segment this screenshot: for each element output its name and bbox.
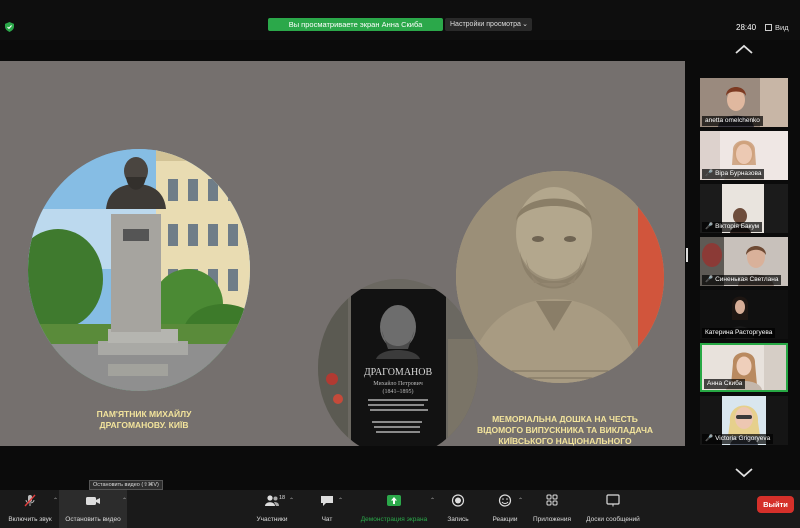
plaque-name-text: ДРАГОМАНОВ	[364, 367, 433, 378]
participant-tile[interactable]: 🎤 Вікторія Бакум	[700, 184, 788, 233]
stop-video-label: Остановить видео	[65, 516, 121, 523]
memorial-relief-photo	[456, 171, 664, 383]
view-settings-dropdown[interactable]: Настройки просмотра ⌄	[445, 18, 532, 31]
reactions-label: Реакции	[492, 516, 518, 523]
participant-name-label: Анна Скиба	[704, 379, 746, 389]
chevron-up-icon[interactable]	[734, 43, 754, 55]
participant-name-label: 🎤 Віра Бурназова	[702, 169, 765, 179]
participant-name: Синенькая Светлана	[715, 276, 779, 283]
participants-label: Участники	[256, 516, 288, 523]
stop-video-button[interactable]: ⌃ Остановить видео	[61, 490, 127, 528]
record-label: Запись	[447, 516, 469, 523]
monument-caption: ПАМ'ЯТНИК МИХАЙЛУ ДРАГОМАНОВУ. КИЇВ	[96, 409, 192, 430]
shield-icon[interactable]	[5, 22, 14, 32]
chevron-up-icon[interactable]: ⌃	[338, 497, 343, 504]
participant-tile[interactable]: 🎤 Віра Бурназова	[700, 131, 788, 180]
participant-tile[interactable]: Катерина Расторгуева	[700, 290, 788, 339]
share-screen-button[interactable]: ⌃ Демонстрация экрана	[355, 490, 435, 528]
unmute-label: Включить звук	[8, 516, 52, 523]
plaque-photo: ДРАГОМАНОВ Михайло Петрович (1841–1895)	[318, 279, 478, 446]
chevron-down-icon[interactable]	[734, 467, 754, 479]
participant-tile[interactable]: 🎤 Victoria Grigoryeva	[700, 396, 788, 445]
participant-name-label: Катерина Расторгуева	[702, 328, 776, 338]
participant-name: Катерина Расторгуева	[705, 329, 773, 336]
grid-view-icon	[765, 24, 772, 31]
chat-bubble-icon	[321, 496, 333, 506]
participant-name: anetta omelchenko	[705, 117, 760, 124]
view-button[interactable]: Вид	[765, 23, 789, 32]
whiteboards-label: Доски сообщений	[586, 516, 640, 523]
record-icon	[451, 494, 465, 507]
view-button-label: Вид	[775, 23, 789, 32]
plaque-sub-text: Михайло Петрович	[373, 380, 423, 387]
monument-photo	[28, 149, 250, 391]
participant-name-label: anetta omelchenko	[702, 116, 763, 126]
participant-name-label: 🎤 Вікторія Бакум	[702, 222, 763, 232]
chevron-up-icon[interactable]: ⌃	[122, 497, 127, 504]
meeting-timer: 28:40	[736, 23, 757, 32]
top-bar: Вы просматриваете экран Анна Скиба Настр…	[0, 0, 800, 40]
chevron-down-icon: ⌄	[522, 21, 528, 28]
video-camera-icon	[86, 497, 100, 505]
participant-tile[interactable]: anetta omelchenko	[700, 78, 788, 127]
apps-icon	[546, 494, 558, 506]
shared-screen: ДРАГОМАНОВ Михайло Петрович (1841–1895)	[0, 61, 685, 446]
share-screen-label: Демонстрация экрана	[360, 516, 428, 523]
chevron-up-icon[interactable]: ⌃	[430, 497, 435, 504]
whiteboards-button[interactable]: Доски сообщений	[582, 490, 644, 528]
chevron-up-icon[interactable]: ⌃	[53, 497, 58, 504]
unmute-button[interactable]: ⌃ Включить звук	[4, 490, 58, 528]
mic-muted-icon: 🎤	[705, 276, 714, 283]
active-speaker-tile[interactable]: Анна Скиба	[700, 343, 788, 392]
stop-video-tooltip: Остановить видео (⇧⌘V)	[89, 480, 163, 490]
participants-icon	[265, 495, 279, 506]
participant-name-label: 🎤 Синенькая Светлана	[702, 275, 782, 285]
participant-name-label: 🎤 Victoria Grigoryeva	[702, 434, 774, 444]
apps-button[interactable]: Приложения	[530, 490, 574, 528]
participant-tile[interactable]: 🎤 Синенькая Светлана	[700, 237, 788, 286]
participant-name: Victoria Grigoryeva	[715, 435, 771, 442]
participant-name: Анна Скиба	[707, 380, 743, 387]
screen-share-banner: Вы просматриваете экран Анна Скиба	[268, 18, 443, 31]
zoom-meeting-window: Вы просматриваете экран Анна Скиба Настр…	[0, 0, 800, 528]
plaque-years-text: (1841–1895)	[383, 388, 414, 395]
memorial-plaque-caption: МЕМОРІАЛЬНА ДОШКА НА ЧЕСТЬ ВІДОМОГО ВИПУ…	[476, 414, 654, 446]
reaction-smiley-icon	[498, 494, 512, 507]
chevron-up-icon[interactable]: ⌃	[518, 497, 523, 504]
record-button[interactable]: Запись	[444, 490, 472, 528]
mic-muted-icon: 🎤	[705, 435, 714, 442]
whiteboard-icon	[606, 494, 620, 507]
mic-muted-icon	[24, 494, 36, 507]
participant-name: Вікторія Бакум	[715, 223, 760, 230]
participant-name: Віра Бурназова	[715, 170, 762, 177]
participants-button[interactable]: ⌃ Участники	[252, 490, 294, 528]
panel-resize-handle[interactable]	[686, 248, 688, 262]
chat-button[interactable]: ⌃ Чат	[313, 490, 343, 528]
participants-count: 18	[279, 495, 286, 501]
chevron-up-icon[interactable]: ⌃	[289, 497, 294, 504]
apps-label: Приложения	[532, 516, 572, 523]
reactions-button[interactable]: ⌃ Реакции	[489, 490, 523, 528]
chat-label: Чат	[321, 516, 333, 523]
exit-meeting-button[interactable]: Выйти	[757, 496, 794, 513]
mic-muted-icon: 🎤	[705, 170, 714, 177]
mic-muted-icon: 🎤	[705, 223, 714, 230]
view-settings-label: Настройки просмотра	[450, 21, 521, 28]
meeting-toolbar: ⌃ Включить звук ⌃ Остановить видео ⌃ Уча…	[0, 490, 800, 528]
share-screen-icon	[387, 495, 401, 506]
